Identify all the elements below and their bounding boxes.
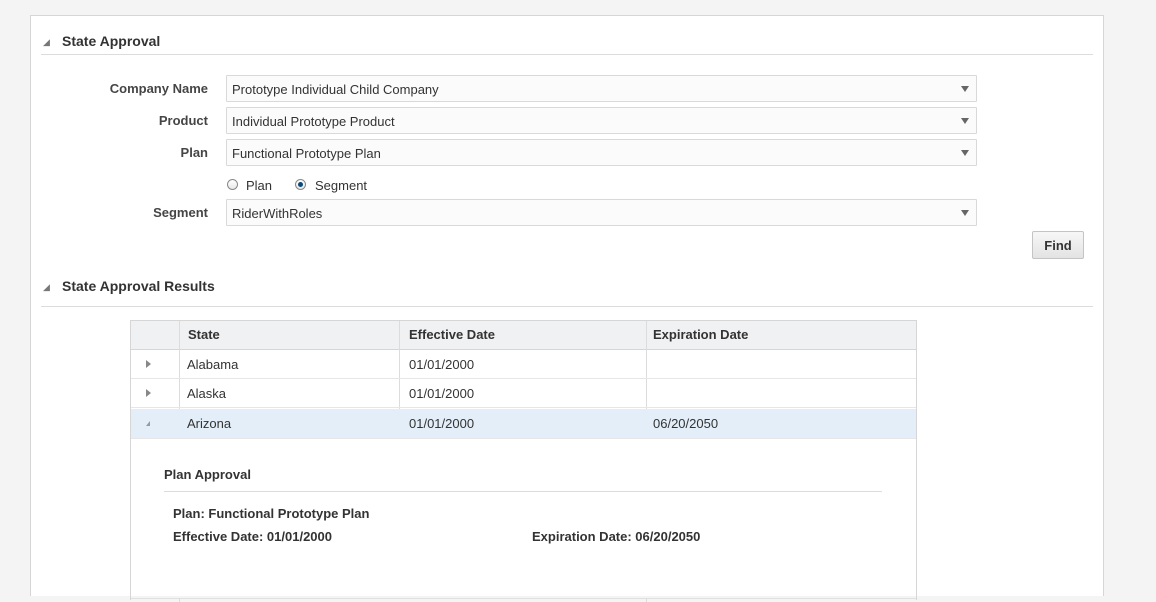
company-name-select[interactable]: Prototype Individual Child Company: [226, 75, 977, 102]
radio-segment[interactable]: [295, 179, 306, 190]
table-header: State Effective Date Expiration Date: [131, 321, 916, 350]
column-header-effective-date[interactable]: Effective Date: [409, 327, 495, 342]
table-row[interactable]: Alaska 01/01/2000: [131, 379, 916, 408]
find-button[interactable]: Find: [1032, 231, 1084, 259]
cell-state: Alabama: [187, 357, 239, 372]
cell-expiration-date: 06/20/2050: [653, 416, 719, 431]
chevron-down-icon[interactable]: [961, 86, 969, 92]
state-approval-results-header[interactable]: ◢ State Approval Results: [41, 275, 1093, 307]
cell-effective-date: 01/01/2000: [409, 386, 475, 401]
cell-state: Arizona: [187, 416, 232, 431]
section-title: State Approval: [62, 33, 161, 49]
detail-divider: [164, 491, 882, 492]
column-header-expiration-date[interactable]: Expiration Date: [653, 327, 748, 342]
plan-approval-detail: Plan Approval Plan: Functional Prototype…: [131, 439, 916, 599]
radio-segment-label[interactable]: Segment: [315, 178, 367, 193]
expand-triangle-icon[interactable]: [146, 389, 151, 397]
table-row[interactable]: Alabama 01/01/2000: [131, 350, 916, 379]
cell-effective-date: 01/01/2000: [409, 357, 475, 372]
column-header-state[interactable]: State: [188, 327, 220, 342]
segment-label: Segment: [153, 205, 208, 220]
detail-plan: Plan: Functional Prototype Plan: [173, 506, 370, 521]
company-name-label: Company Name: [109, 81, 208, 96]
chevron-down-icon[interactable]: [961, 118, 969, 124]
expand-triangle-icon[interactable]: [146, 360, 151, 368]
plan-value: Functional Prototype Plan: [232, 146, 381, 161]
plan-select[interactable]: Functional Prototype Plan: [226, 139, 977, 166]
cell-state: Alaska: [187, 386, 227, 401]
collapse-triangle-icon[interactable]: ◢: [43, 282, 53, 292]
product-select[interactable]: Individual Prototype Product: [226, 107, 977, 134]
collapse-triangle-icon[interactable]: [146, 421, 150, 426]
company-name-value: Prototype Individual Child Company: [232, 82, 439, 97]
segment-value: RiderWithRoles: [232, 206, 323, 221]
section-title: State Approval Results: [62, 278, 215, 294]
results-table: State Effective Date Expiration Date Ala…: [130, 320, 917, 602]
product-value: Individual Prototype Product: [232, 114, 395, 129]
state-approval-panel: ◢ State Approval Company Name Prototype …: [30, 15, 1104, 602]
cell-effective-date: 01/01/2000: [409, 416, 475, 431]
detail-title: Plan Approval: [164, 467, 251, 482]
plan-label: Plan: [180, 145, 208, 160]
detail-effective-date: Effective Date: 01/01/2000: [173, 529, 332, 544]
collapse-triangle-icon[interactable]: ◢: [43, 37, 53, 47]
table-row-divider: [131, 598, 916, 599]
state-approval-header[interactable]: ◢ State Approval: [41, 30, 1093, 55]
column-divider: [646, 598, 647, 602]
table-row-selected[interactable]: Arizona 01/01/2000 06/20/2050: [131, 409, 916, 439]
product-label: Product: [158, 113, 208, 128]
detail-expiration-date: Expiration Date: 06/20/2050: [532, 529, 701, 544]
chevron-down-icon[interactable]: [961, 150, 969, 156]
segment-select[interactable]: RiderWithRoles: [226, 199, 977, 226]
chevron-down-icon[interactable]: [961, 210, 969, 216]
radio-plan-label[interactable]: Plan: [246, 178, 272, 193]
column-divider: [179, 598, 180, 602]
radio-plan[interactable]: [227, 179, 238, 190]
